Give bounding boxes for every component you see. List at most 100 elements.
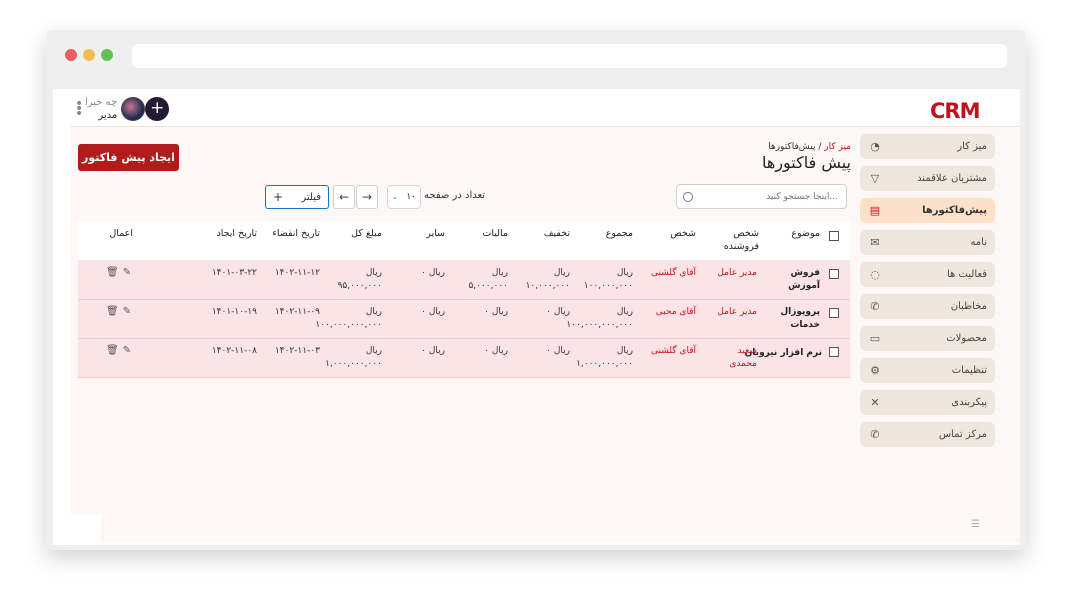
sidebar-item-label: محصولات <box>946 333 987 344</box>
header-subject[interactable]: موضوع <box>791 227 820 240</box>
tools-icon: ✕ <box>870 395 880 409</box>
breadcrumb-current: پیش‌فاکتورها <box>768 142 816 152</box>
sidebar-item-call-center[interactable]: ✆ مرکز تماس <box>860 422 995 447</box>
header-tax[interactable]: مالیات <box>482 227 508 240</box>
cell-grand-total: ریال ۱,۰۰۰,۰۰۰,۰۰۰ <box>325 346 382 369</box>
box-icon: ▭ <box>869 331 881 345</box>
header-total[interactable]: مجموع <box>606 227 633 240</box>
user-info: چه خبرا مدیر <box>85 96 117 122</box>
cell-person[interactable]: آقای گلشنی <box>651 267 696 280</box>
table-row[interactable]: پروپوزال خدمات مدیر عامل آقای محبی ریال … <box>78 300 850 339</box>
close-window-dot[interactable] <box>65 49 77 61</box>
header-seller[interactable]: شخص فروشنده <box>719 227 759 253</box>
cell-total: ریال ۱۰۰,۰۰۰,۰۰۰,۰۰۰ <box>566 307 633 330</box>
cell-person[interactable]: آقای گلشنی <box>651 345 696 358</box>
row-actions: 🗑 ✎ <box>106 306 131 317</box>
cell-person[interactable]: آقای محبی <box>656 306 696 319</box>
sidebar-item-label: میز کار <box>957 141 987 152</box>
address-bar[interactable] <box>132 44 1007 68</box>
trash-icon[interactable]: 🗑 <box>106 267 119 278</box>
cell-created: ۱۴۰۱-۰۳-۲۲ <box>211 268 257 278</box>
chevron-down-icon: ⌄ <box>392 193 398 201</box>
sidebar-item-settings[interactable]: ⚙ تنظیمات <box>860 358 995 383</box>
sidebar-item-quotes[interactable]: ▤ پیش‌فاکتورها <box>860 198 995 223</box>
sidebar-item-configuration[interactable]: ✕ پیکربندی <box>860 390 995 415</box>
header-person[interactable]: شخص <box>670 227 696 240</box>
create-quote-button[interactable]: ایجاد پیش فاکتور <box>78 144 179 171</box>
sidebar-item-dashboard[interactable]: ◔ میز کار <box>860 134 995 159</box>
cell-other: ریال ۰ <box>421 268 445 278</box>
user-role: مدیر <box>98 110 118 121</box>
minimize-window-dot[interactable] <box>83 49 95 61</box>
sidebar-item-products[interactable]: ▭ محصولات <box>860 326 995 351</box>
row-checkbox[interactable] <box>829 308 839 318</box>
page-title: پیش فاکتورها <box>761 153 851 172</box>
prev-page-button[interactable]: ← <box>333 185 355 209</box>
filter-icon: ▽ <box>870 171 880 185</box>
more-vertical-icon[interactable]: • • • <box>75 97 83 121</box>
breadcrumb-separator: / <box>818 142 822 152</box>
cell-seller[interactable]: سعید محمدی <box>709 345 757 371</box>
search-box[interactable] <box>676 184 847 209</box>
header-other[interactable]: سایر <box>426 227 445 240</box>
avatar[interactable] <box>121 97 146 121</box>
trash-icon[interactable]: 🗑 <box>106 345 119 356</box>
cell-expiry: ۱۴۰۲-۱۱-۰۳ <box>274 346 320 356</box>
row-actions: 🗑 ✎ <box>106 267 131 278</box>
collapse-sidebar-icon[interactable]: ☰ <box>971 519 980 530</box>
trash-icon[interactable]: 🗑 <box>106 306 119 317</box>
cell-grand-total: ریال ۹۵,۰۰۰,۰۰۰ <box>337 268 382 291</box>
header-divider <box>71 126 1020 127</box>
table-row[interactable]: نرم افزار نیروبان سعید محمدی آقای گلشنی … <box>78 339 850 378</box>
cell-subject[interactable]: پروپوزال خدمات <box>770 306 820 332</box>
header-actions: اعمال <box>109 228 133 239</box>
sidebar-item-leads[interactable]: ▽ مشتریان علاقمند <box>860 166 995 191</box>
gear-icon: ⚙ <box>870 363 880 377</box>
window-controls <box>65 49 113 61</box>
select-all-checkbox[interactable] <box>829 231 839 241</box>
sidebar-item-contacts[interactable]: ✆ مخاطبان <box>860 294 995 319</box>
corner-chip <box>71 514 101 542</box>
add-button[interactable]: + <box>145 97 170 121</box>
cell-subject[interactable]: فروش آموزش <box>772 267 820 293</box>
edit-icon[interactable]: ✎ <box>123 345 131 356</box>
crm-logo[interactable]: CRM <box>930 99 980 123</box>
sidebar: ◔ میز کار ▽ مشتریان علاقمند ▤ پیش‌فاکتورها … <box>860 134 995 454</box>
mail-icon: ✉ <box>870 235 880 249</box>
row-checkbox[interactable] <box>829 269 839 279</box>
breadcrumb-home[interactable]: میز کار <box>824 142 851 152</box>
maximize-window-dot[interactable] <box>101 49 113 61</box>
filter-button[interactable]: + فیلتر <box>265 185 329 209</box>
crm-app: CRM • • • چه خبرا مدیر + ◔ میز کار ▽ مشتریان… <box>53 89 1020 545</box>
edit-icon[interactable]: ✎ <box>123 306 131 317</box>
header-grand-total[interactable]: مبلغ کل <box>351 227 382 240</box>
sidebar-item-label: مرکز تماس <box>938 429 987 440</box>
edit-icon[interactable]: ✎ <box>123 267 131 278</box>
sidebar-item-label: فعالیت ها <box>946 269 987 280</box>
search-input[interactable] <box>698 191 838 202</box>
sidebar-item-label: پیش‌فاکتورها <box>922 205 987 216</box>
header-expiry[interactable]: تاریخ انقضاء <box>272 227 320 240</box>
header-created[interactable]: تاریخ ایجاد <box>217 227 257 240</box>
sidebar-item-mail[interactable]: ✉ نامه <box>860 230 995 255</box>
cell-total: ریال ۱۰۰,۰۰۰,۰۰۰ <box>583 268 633 291</box>
breadcrumb: میز کار / پیش‌فاکتورها <box>768 142 851 152</box>
sidebar-item-activities[interactable]: ◌ فعالیت ها <box>860 262 995 287</box>
table-row[interactable]: فروش آموزش مدیر عامل آقای گلشنی ریال ۱۰۰… <box>78 261 850 300</box>
phone-icon: ✆ <box>870 299 880 313</box>
cell-discount: ریال ۰ <box>546 346 570 356</box>
sidebar-item-label: مشتریان علاقمند <box>917 173 987 184</box>
cell-seller[interactable]: مدیر عامل <box>717 267 757 280</box>
cell-expiry: ۱۴۰۲-۱۱-۱۲ <box>274 268 320 278</box>
row-checkbox[interactable] <box>829 347 839 357</box>
table-header: موضوع شخص فروشنده شخص مجموع تخفیف مالیات… <box>78 221 850 261</box>
sidebar-item-label: پیکربندی <box>951 397 987 408</box>
cell-seller[interactable]: مدیر عامل <box>717 306 757 319</box>
dashboard-icon: ◔ <box>870 139 880 153</box>
next-page-button[interactable]: → <box>356 185 378 209</box>
header-discount[interactable]: تخفیف <box>544 227 570 240</box>
browser-window: CRM • • • چه خبرا مدیر + ◔ میز کار ▽ مشتریان… <box>46 30 1026 550</box>
sidebar-item-label: تنظیمات <box>951 365 987 376</box>
row-actions: 🗑 ✎ <box>106 345 131 356</box>
per-page-select[interactable]: ⌄ ۱۰ <box>387 185 421 209</box>
